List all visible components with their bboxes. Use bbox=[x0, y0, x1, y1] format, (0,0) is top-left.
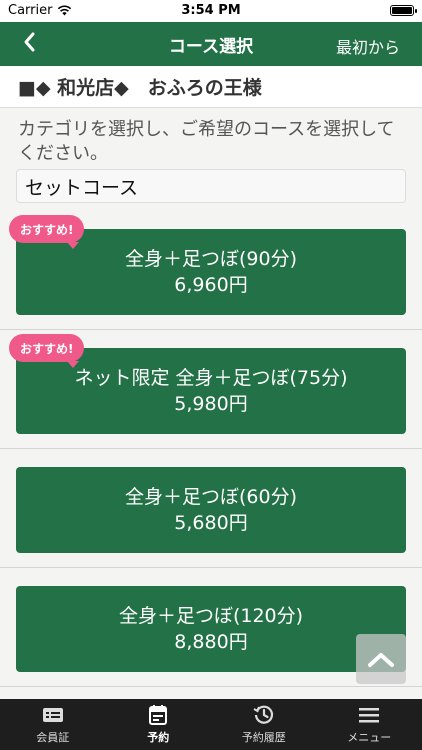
course-price: 8,880円 bbox=[174, 631, 248, 653]
history-icon bbox=[253, 705, 273, 724]
tab-reservation[interactable]: 予約 bbox=[106, 699, 212, 750]
course-name: 全身＋足つぼ(90分) bbox=[124, 248, 297, 270]
navigation-bar: コース選択 最初から bbox=[0, 22, 422, 66]
member-card-icon bbox=[42, 708, 63, 722]
battery-icon bbox=[390, 5, 417, 16]
scroll-to-top-button[interactable] bbox=[356, 634, 406, 684]
menu-icon bbox=[359, 708, 380, 723]
course-name: ネット限定 全身＋足つぼ(75分) bbox=[74, 367, 348, 389]
tab-bar: 会員証 予約 予約履歴 メニュー bbox=[0, 699, 422, 750]
tab-label: 会員証 bbox=[36, 731, 70, 744]
course-row: おすすめ! 全身＋足つぼ(90分) 6,960円 bbox=[0, 211, 422, 330]
tab-label: メニュー bbox=[347, 731, 392, 744]
course-price: 5,680円 bbox=[174, 512, 248, 534]
chevron-up-icon bbox=[368, 653, 394, 667]
recommend-badge: おすすめ! bbox=[9, 334, 85, 368]
tab-menu[interactable]: メニュー bbox=[317, 699, 422, 750]
store-name: ■◆ 和光店◆ おふろの王様 bbox=[0, 66, 422, 108]
status-bar: Carrier 3:54 PM bbox=[0, 0, 422, 22]
restart-button[interactable]: 最初から bbox=[336, 34, 400, 58]
tab-label: 予約 bbox=[147, 731, 170, 744]
course-row: おすすめ! ネット限定 全身＋足つぼ(75分) 5,980円 bbox=[0, 330, 422, 449]
back-button[interactable] bbox=[22, 31, 36, 59]
page-title: コース選択 bbox=[168, 36, 254, 57]
course-row: 全身＋足つぼ(60分) 5,680円 bbox=[0, 449, 422, 568]
calendar-icon bbox=[149, 705, 168, 725]
chevron-left-icon bbox=[24, 32, 35, 52]
tab-history[interactable]: 予約履歴 bbox=[211, 699, 317, 750]
course-list: おすすめ! 全身＋足つぼ(90分) 6,960円 おすすめ! ネット限定 全身＋… bbox=[0, 211, 422, 687]
tab-member-card[interactable]: 会員証 bbox=[0, 699, 106, 750]
status-time: 3:54 PM bbox=[181, 3, 241, 18]
tab-label: 予約履歴 bbox=[241, 731, 286, 744]
course-button[interactable]: 全身＋足つぼ(60分) 5,680円 bbox=[16, 467, 406, 553]
course-name: 全身＋足つぼ(120分) bbox=[118, 605, 304, 627]
course-name: 全身＋足つぼ(60分) bbox=[124, 486, 297, 508]
course-button[interactable]: 全身＋足つぼ(120分) 8,880円 bbox=[16, 586, 406, 672]
course-price: 6,960円 bbox=[174, 274, 248, 296]
category-select[interactable]: セットコース bbox=[16, 169, 406, 203]
recommend-badge: おすすめ! bbox=[9, 215, 85, 249]
course-price: 5,980円 bbox=[174, 393, 248, 415]
instruction-text: カテゴリを選択し、ご希望のコースを選択してください。 bbox=[18, 119, 395, 164]
